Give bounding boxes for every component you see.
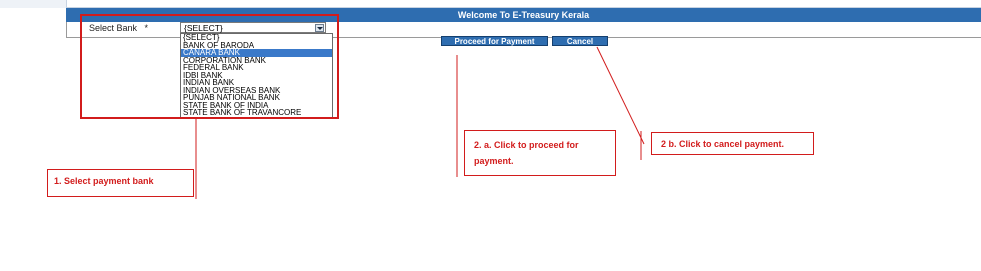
- callout-proceed: 2. a. Click to proceed for payment.: [464, 130, 616, 176]
- callout-cancel: 2 b. Click to cancel payment.: [651, 132, 814, 155]
- callout-select-bank: 1. Select payment bank: [47, 169, 194, 197]
